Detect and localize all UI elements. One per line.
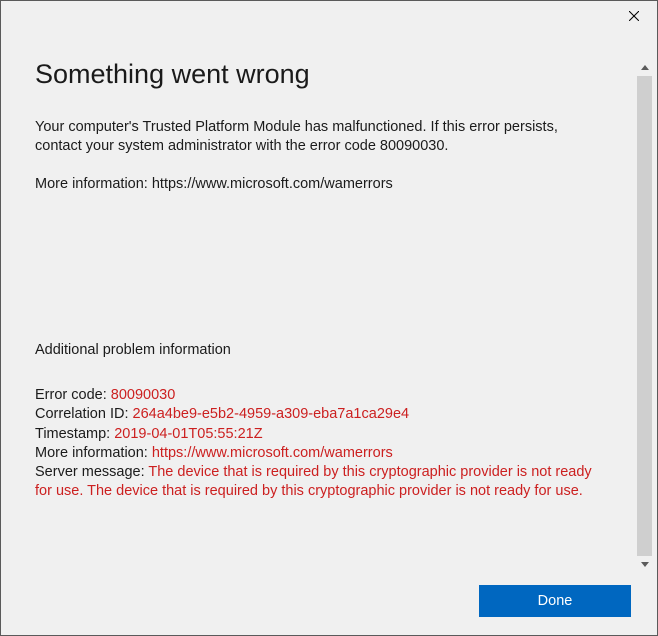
error-code-label: Error code: [35, 387, 111, 403]
chevron-down-icon [641, 562, 649, 567]
additional-info-title: Additional problem information [35, 342, 639, 358]
more-info-label: More information: [35, 176, 152, 192]
correlation-id-row: Correlation ID: 264a4be9-e5b2-4959-a309-… [35, 405, 610, 424]
chevron-up-icon [641, 65, 649, 70]
error-code-value: 80090030 [111, 387, 176, 403]
error-code-row: Error code: 80090030 [35, 386, 610, 405]
timestamp-label: Timestamp: [35, 426, 114, 442]
detail-block: Error code: 80090030 Correlation ID: 264… [35, 386, 610, 501]
scrollbar[interactable] [636, 59, 653, 573]
correlation-id-label: Correlation ID: [35, 406, 133, 422]
close-button[interactable] [611, 1, 657, 31]
titlebar [1, 1, 657, 31]
close-icon [629, 11, 639, 21]
error-dialog: Something went wrong Your computer's Tru… [0, 0, 658, 636]
server-message-label: Server message: [35, 464, 148, 480]
correlation-id-value: 264a4be9-e5b2-4959-a309-eba7a1ca29e4 [133, 406, 410, 422]
heading: Something went wrong [35, 59, 639, 90]
spacer [35, 192, 639, 342]
body-text: Your computer's Trusted Platform Module … [35, 118, 600, 156]
scroll-down-button[interactable] [636, 556, 653, 573]
server-message-row: Server message: The device that is requi… [35, 464, 592, 499]
timestamp-row: Timestamp: 2019-04-01T05:55:21Z [35, 425, 610, 444]
detail-more-info-row: More information: https://www.microsoft.… [35, 444, 610, 463]
more-info-url: https://www.microsoft.com/wamerrors [152, 176, 393, 192]
content-area: Something went wrong Your computer's Tru… [1, 31, 657, 635]
timestamp-value: 2019-04-01T05:55:21Z [114, 426, 262, 442]
more-info-line: More information: https://www.microsoft.… [35, 176, 639, 192]
scroll-up-button[interactable] [636, 59, 653, 76]
detail-more-info-url: https://www.microsoft.com/wamerrors [152, 445, 393, 461]
done-button[interactable]: Done [479, 585, 631, 617]
scroll-track[interactable] [637, 76, 652, 556]
detail-more-info-label: More information: [35, 445, 152, 461]
scroll-area: Something went wrong Your computer's Tru… [1, 31, 647, 573]
button-row: Done [1, 573, 657, 617]
